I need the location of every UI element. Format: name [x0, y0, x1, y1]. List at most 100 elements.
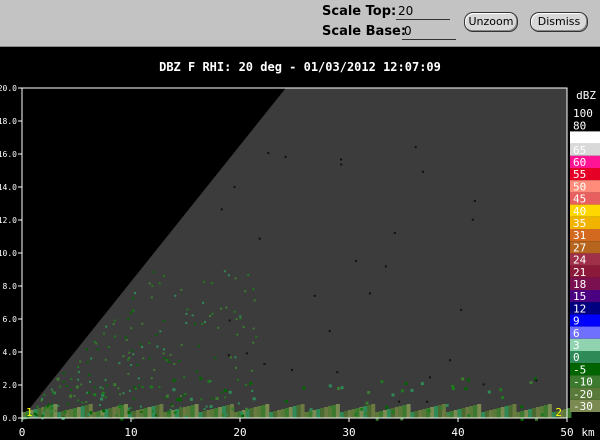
echo-cell — [245, 352, 248, 355]
echo-cell — [540, 413, 544, 417]
ground-clutter-cell — [229, 404, 234, 418]
echo-cell — [149, 385, 153, 389]
legend-label: 9 — [573, 315, 580, 328]
echo-cell — [501, 396, 505, 400]
echo-cell — [156, 345, 159, 348]
echo-cell — [176, 398, 180, 402]
echo-cell — [328, 384, 332, 388]
echo-cell — [98, 404, 101, 407]
ground-clutter-cell — [190, 405, 195, 418]
y-tick-label: 4.0 — [3, 348, 18, 357]
echo-cell — [46, 405, 49, 408]
echo-cell — [79, 360, 82, 363]
echo-cell — [224, 388, 228, 392]
rhi-plot[interactable]: 0 10 20 30 40 50 km0.02.04.06.08.010.012.014.0… — [0, 0, 600, 440]
legend-label: 15 — [573, 290, 586, 303]
echo-cell — [35, 414, 38, 417]
echo-cell — [464, 387, 468, 391]
echo-cell — [244, 290, 247, 293]
legend-label: 31 — [573, 229, 586, 242]
echo-cell — [242, 326, 245, 329]
echo-cell — [112, 323, 115, 326]
echo-cell — [263, 363, 266, 366]
echo-cell — [155, 333, 158, 336]
ground-clutter-cell — [532, 408, 537, 418]
echo-cell — [336, 371, 339, 374]
echo-cell — [95, 342, 98, 345]
ground-clutter-cell — [198, 412, 203, 418]
echo-cell — [127, 372, 130, 375]
y-tick-label: 16.0 — [0, 150, 17, 159]
legend-label: 45 — [573, 193, 586, 206]
echo-cell — [77, 371, 80, 374]
echo-cell — [233, 185, 236, 188]
echo-cell — [119, 393, 122, 396]
echo-cell — [169, 408, 172, 411]
echo-cell — [171, 405, 174, 408]
echo-cell — [467, 414, 471, 418]
echo-cell — [163, 356, 166, 359]
ground-clutter-cell — [57, 412, 62, 418]
ground-clutter-cell — [277, 410, 282, 418]
ground-clutter-cell — [383, 410, 388, 418]
echo-cell — [127, 411, 131, 415]
echo-cell — [159, 330, 162, 333]
y-tick-label: 12.0 — [0, 216, 17, 225]
echo-cell — [284, 399, 288, 403]
ground-clutter-cell — [159, 404, 164, 418]
y-tick-label: 18.0 — [0, 117, 17, 126]
echo-cell — [440, 406, 444, 410]
legend-label: 55 — [573, 168, 586, 181]
echo-cell — [62, 381, 65, 384]
ground-clutter-cell — [449, 411, 454, 418]
echo-cell — [61, 417, 65, 421]
legend-label: 21 — [573, 266, 586, 279]
ground-clutter-cell — [124, 404, 129, 418]
echo-cell — [451, 384, 455, 388]
ground-clutter-cell — [269, 412, 274, 418]
ground-clutter-cell — [500, 407, 505, 418]
echo-cell — [223, 270, 226, 273]
x-tick-label: 50 — [560, 426, 573, 439]
echo-cell — [236, 333, 239, 336]
echo-cell — [328, 329, 331, 332]
echo-cell — [471, 218, 474, 221]
echo-cell — [199, 376, 203, 380]
echo-cell — [427, 409, 431, 413]
ground-clutter-cell — [520, 411, 525, 418]
echo-cell — [150, 377, 153, 380]
ground-clutter-cell — [528, 409, 533, 418]
echo-cell — [40, 399, 43, 402]
y-tick-label: 10.0 — [0, 249, 17, 258]
echo-cell — [43, 393, 46, 396]
ground-clutter-cell — [284, 408, 289, 418]
echo-cell — [487, 390, 491, 394]
echo-cell — [252, 341, 255, 344]
echo-cell — [466, 378, 470, 382]
echo-cell — [252, 288, 255, 291]
echo-cell — [207, 379, 211, 383]
echo-cell — [148, 282, 151, 285]
ground-clutter-cell — [398, 406, 403, 418]
echo-cell — [365, 401, 369, 405]
ground-clutter-cell — [280, 409, 285, 418]
ground-clutter-cell — [504, 406, 509, 418]
echo-cell — [473, 199, 476, 202]
echo-cell — [51, 404, 54, 407]
echo-cell — [94, 386, 97, 389]
legend-label: -30 — [573, 400, 593, 413]
echo-cell — [251, 369, 254, 372]
echo-cell — [87, 412, 91, 416]
ground-clutter-cell — [418, 410, 423, 418]
echo-cell — [255, 335, 258, 338]
echo-cell — [102, 387, 105, 390]
echo-cell — [393, 232, 396, 235]
echo-cell — [240, 411, 244, 415]
echo-cell — [66, 402, 69, 405]
echo-cell — [529, 381, 533, 385]
echo-cell — [209, 405, 213, 409]
echo-cell — [141, 386, 144, 389]
y-tick-label: 14.0 — [0, 183, 17, 192]
ground-clutter-cell — [430, 407, 435, 418]
legend-label: -20 — [573, 388, 593, 401]
